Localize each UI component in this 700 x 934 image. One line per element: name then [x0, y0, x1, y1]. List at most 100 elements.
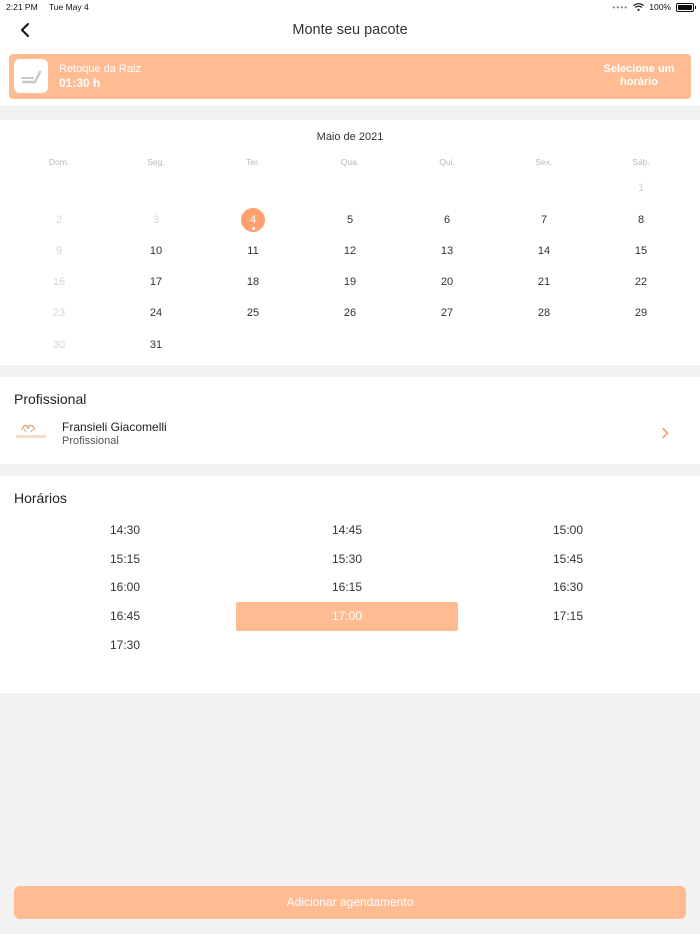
calendar-day-number: 20 [440, 276, 454, 288]
time-slot[interactable]: 14:45 [236, 516, 458, 545]
calendar-day[interactable]: 11 [241, 239, 265, 263]
calendar-day-number: 19 [343, 276, 357, 288]
professional-section: Profissional Fransieli Giacomelli Profis… [0, 377, 700, 464]
time-slot[interactable]: 16:15 [236, 573, 458, 602]
calendar-day-number: 28 [537, 307, 551, 319]
calendar-day-number: 21 [537, 276, 551, 288]
calendar-day[interactable]: 6 [435, 208, 459, 232]
time-slot[interactable]: 16:30 [457, 573, 679, 602]
calendar-day[interactable]: 7 [532, 208, 556, 232]
weekday-label: Sáb. [632, 157, 650, 167]
calendar-day[interactable]: 19 [338, 270, 362, 294]
status-date: Tue May 4 [48, 2, 89, 12]
calendar-day-selected[interactable]: 4 [241, 208, 265, 232]
calendar-day-number: 4 [249, 214, 257, 226]
calendar-day: 30 [47, 333, 71, 357]
chair-icon [14, 59, 48, 93]
time-slot[interactable]: 17:30 [14, 631, 236, 660]
calendar-day-number: 29 [634, 307, 648, 319]
calendar-day-number: 25 [246, 307, 260, 319]
calendar-day-number: 3 [152, 214, 160, 226]
service-duration: 01:30 h [59, 76, 101, 90]
calendar-month-label: Maio de 2021 [316, 131, 384, 143]
calendar-day-number: 12 [343, 245, 357, 257]
select-time-label-line2: horário [620, 76, 658, 88]
calendar-day[interactable]: 8 [629, 208, 653, 232]
service-name: Retoque da Raiz [59, 63, 141, 75]
time-slot[interactable]: 15:15 [14, 545, 236, 574]
weekday-label: Sex. [535, 157, 553, 167]
calendar-day[interactable]: 22 [629, 270, 653, 294]
page-title: Monte seu pacote [292, 22, 408, 38]
calendar-day-number: 24 [149, 307, 163, 319]
calendar-day[interactable]: 12 [338, 239, 362, 263]
calendar-day[interactable]: 5 [338, 208, 362, 232]
professional-row[interactable]: Fransieli Giacomelli Profissional [0, 413, 700, 453]
calendar: Maio de 2021 Dom. Seg. Ter. Qua. Qui. Sex. Sáb… [0, 120, 700, 365]
weekday-label: Dom. [48, 157, 70, 167]
professional-name: Fransieli Giacomelli [62, 420, 167, 434]
add-appointment-button[interactable]: Adicionar agendamento [14, 886, 686, 919]
calendar-day-number: 13 [440, 245, 454, 257]
calendar-day-number: 1 [637, 182, 645, 194]
time-slot[interactable]: 17:15 [457, 602, 679, 631]
calendar-day[interactable]: 10 [144, 239, 168, 263]
time-slot[interactable]: 15:30 [236, 545, 458, 574]
signal-dots-icon: •••• [612, 2, 629, 12]
status-bar: 2:21 PM Tue May 4 •••• 100% [0, 0, 700, 14]
select-time-label-line1: Selecione um [603, 63, 675, 75]
time-slot[interactable]: 16:45 [14, 602, 236, 631]
calendar-day: 1 [629, 176, 653, 200]
calendar-day-number: 9 [55, 245, 63, 257]
calendar-day[interactable]: 31 [144, 333, 168, 357]
professional-section-title: Profissional [14, 391, 87, 407]
calendar-day-number: 23 [52, 307, 66, 319]
calendar-day-number: 7 [540, 214, 548, 226]
calendar-day[interactable]: 28 [532, 301, 556, 325]
calendar-day[interactable]: 21 [532, 270, 556, 294]
calendar-day-number: 16 [52, 276, 66, 288]
time-slot-selected[interactable]: 17:00 [236, 602, 458, 632]
select-time-button[interactable]: Selecione um horário [599, 63, 679, 89]
calendar-day[interactable]: 14 [532, 239, 556, 263]
calendar-day-number: 6 [443, 214, 451, 226]
salon-logo-icon [16, 424, 46, 438]
calendar-day-number: 27 [440, 307, 454, 319]
calendar-day[interactable]: 15 [629, 239, 653, 263]
calendar-day[interactable]: 24 [144, 301, 168, 325]
weekday-label: Qua. [340, 157, 360, 167]
professional-role: Profissional [62, 435, 119, 447]
calendar-day-number: 17 [149, 276, 163, 288]
calendar-day-number: 8 [637, 214, 645, 226]
nav-bar: Monte seu pacote [0, 14, 700, 48]
weekday-label: Ter. [246, 157, 260, 167]
calendar-day-number: 11 [247, 245, 259, 257]
time-slot[interactable]: 14:30 [14, 516, 236, 545]
time-slot[interactable]: 15:00 [457, 516, 679, 545]
calendar-day[interactable]: 13 [435, 239, 459, 263]
time-slot[interactable]: 15:45 [457, 545, 679, 574]
calendar-day-number: 18 [246, 276, 260, 288]
calendar-day-number: 5 [346, 214, 354, 226]
calendar-day[interactable]: 26 [338, 301, 362, 325]
calendar-day[interactable]: 17 [144, 270, 168, 294]
calendar-day[interactable]: 29 [629, 301, 653, 325]
calendar-day[interactable]: 18 [241, 270, 265, 294]
time-slot[interactable]: 16:00 [14, 573, 236, 602]
service-card: Retoque da Raiz 01:30 h Selecione um hor… [9, 54, 691, 99]
battery-icon [676, 2, 696, 12]
calendar-day[interactable]: 20 [435, 270, 459, 294]
calendar-day-number: 22 [634, 276, 648, 288]
calendar-day: 9 [47, 239, 71, 263]
times-section: Horários 14:30 14:45 15:00 15:15 15:30 15:45 1… [0, 476, 700, 693]
calendar-day-number: 31 [149, 339, 163, 351]
calendar-day-number: 26 [343, 307, 357, 319]
wifi-icon [633, 3, 645, 11]
calendar-day[interactable]: 27 [435, 301, 459, 325]
today-dot [252, 227, 255, 230]
calendar-day[interactable]: 25 [241, 301, 265, 325]
battery-percent: 100% [649, 2, 671, 12]
calendar-day: 3 [144, 208, 168, 232]
calendar-day: 16 [47, 270, 71, 294]
calendar-day-number: 30 [52, 339, 66, 351]
